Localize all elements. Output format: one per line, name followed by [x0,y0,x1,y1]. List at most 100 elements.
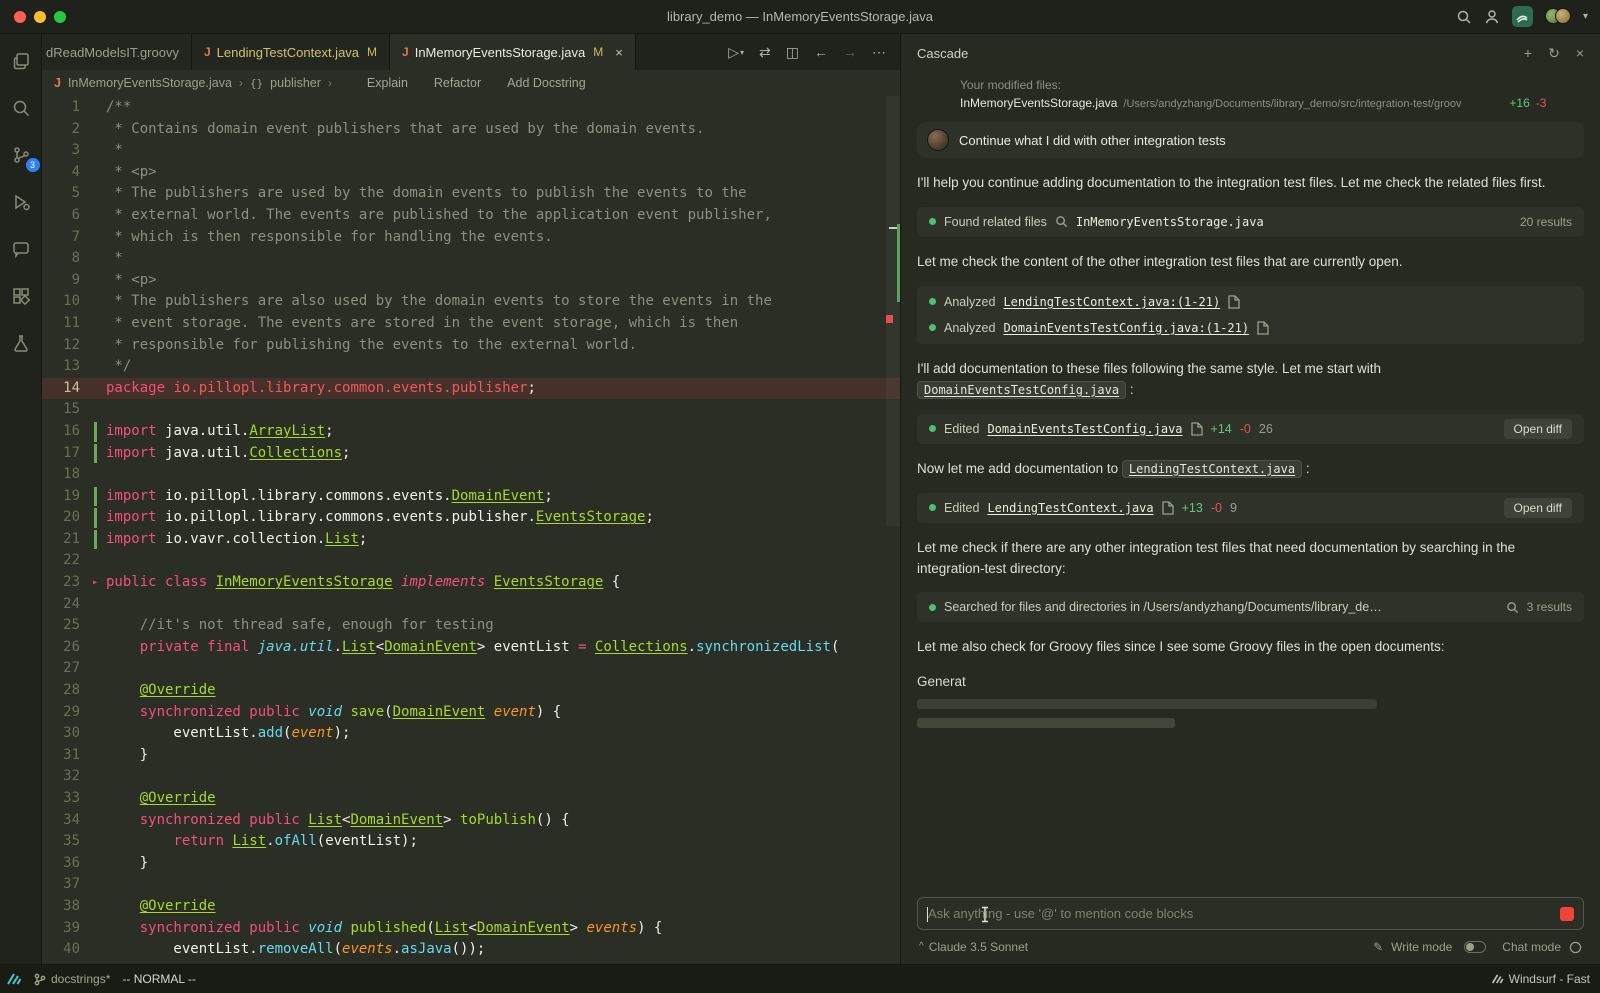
tool-call-edited[interactable]: Edited LendingTestContext.java +13 -0 9 … [917,492,1584,523]
more-actions-icon[interactable]: ⋯ [872,44,886,61]
gutter[interactable] [92,378,106,400]
code-line[interactable]: 22 [42,550,900,572]
gutter[interactable] [92,788,106,810]
chat-mode-icon[interactable] [1569,941,1582,954]
gutter[interactable] [92,205,106,227]
line-number[interactable]: 16 [42,421,92,443]
line-number[interactable]: 19 [42,486,92,508]
code-line[interactable]: 35 return List.ofAll(eventList); [42,831,900,853]
code-line[interactable]: 14 package io.pillopl.library.common.even… [42,377,900,400]
windsurf-status-item[interactable]: Windsurf - Fast [1491,972,1590,986]
line-number[interactable]: 7 [42,227,92,249]
chat-input-box[interactable] [917,897,1584,930]
code-line[interactable]: 1 /** [42,97,900,119]
testing-icon[interactable] [8,330,34,356]
code-line[interactable]: 25 //it's not thread safe, enough for te… [42,615,900,637]
line-number[interactable]: 22 [42,550,92,572]
gutter[interactable] [92,227,106,249]
code-line[interactable]: 36 } [42,853,900,875]
code-line[interactable]: 9 * <p> [42,270,900,292]
gutter[interactable] [92,140,106,162]
line-number[interactable]: 40 [42,939,92,961]
codelens-refactor[interactable]: Refactor [434,76,481,90]
git-added-gutter[interactable] [92,529,106,551]
line-number[interactable]: 21 [42,529,92,551]
code-line[interactable]: 6 * external world. The events are publi… [42,205,900,227]
gutter[interactable] [92,291,106,313]
write-mode-toggle[interactable] [1464,941,1487,953]
gutter[interactable] [92,313,106,335]
code-line[interactable]: 26 private final java.util.List<DomainEv… [42,637,900,659]
search-icon[interactable] [1456,9,1472,25]
gutter[interactable] [92,270,106,292]
gutter[interactable] [92,702,106,724]
line-number[interactable]: 35 [42,831,92,853]
tab-groovy-file[interactable]: dReadModelsIT.groovy [42,34,192,70]
line-number[interactable]: 18 [42,464,92,486]
code-line[interactable]: 38 @Override [42,896,900,918]
line-number[interactable]: 25 [42,615,92,637]
line-number[interactable]: 12 [42,335,92,357]
gutter[interactable] [92,939,106,961]
remote-indicator-icon[interactable] [6,972,22,986]
minimize-window-button[interactable] [34,11,46,23]
line-number[interactable]: 26 [42,637,92,659]
line-number[interactable]: 10 [42,291,92,313]
open-diff-button[interactable]: Open diff [1503,497,1572,518]
code-line[interactable]: 21 import io.vavr.collection.List; [42,529,900,551]
split-editor-icon[interactable]: ◫ [786,44,799,61]
gutter[interactable] [92,896,106,918]
run-file-button[interactable]: ▷ ▾ [728,44,744,61]
line-number[interactable]: 11 [42,313,92,335]
code-line[interactable]: 28 @Override [42,680,900,702]
line-number[interactable]: 8 [42,248,92,270]
user-avatars[interactable] [1544,8,1571,25]
line-number[interactable]: 1 [42,97,92,119]
gutter[interactable] [92,831,106,853]
gutter[interactable] [92,183,106,205]
code-line[interactable]: 3 * [42,140,900,162]
tool-call-analyzed[interactable]: Analyzed DomainEventsTestConfig.java:(1-… [917,315,1584,341]
line-number[interactable]: 13 [42,356,92,378]
compare-changes-icon[interactable]: ⇄ [759,44,771,61]
analyzed-file-link[interactable]: LendingTestContext.java:(1-21) [1003,295,1220,309]
close-tab-icon[interactable]: × [615,45,623,60]
gutter[interactable] [92,464,106,486]
line-number[interactable]: 38 [42,896,92,918]
line-number[interactable]: 23 [42,572,92,594]
line-number[interactable]: 33 [42,788,92,810]
code-line[interactable]: 34 synchronized public List<DomainEvent>… [42,810,900,832]
modified-file-name[interactable]: InMemoryEventsStorage.java [960,96,1117,110]
tool-call-edited[interactable]: Edited DomainEventsTestConfig.java +14 -… [917,413,1584,444]
editor-scrollbar[interactable] [886,96,900,964]
tool-call-analyzed[interactable]: Analyzed LendingTestContext.java:(1-21) [917,289,1584,315]
run-debug-icon[interactable] [8,189,34,215]
code-line[interactable]: 29 synchronized public void save(DomainE… [42,702,900,724]
gutter[interactable] [92,248,106,270]
code-line[interactable]: 2 * Contains domain event publishers tha… [42,119,900,141]
gutter[interactable] [92,810,106,832]
line-number[interactable]: 5 [42,183,92,205]
code-line[interactable]: 13 */ [42,356,900,378]
codelens-add-docstring[interactable]: Add Docstring [507,76,586,90]
chat-icon[interactable] [8,236,34,262]
account-icon[interactable] [1484,9,1500,25]
code-line[interactable]: 23 ▸ public class InMemoryEventsStorage im… [42,572,900,594]
code-line[interactable]: 40 eventList.removeAll(events.asJava()); [42,939,900,961]
analyzed-file-link[interactable]: DomainEventsTestConfig.java:(1-21) [1003,321,1249,335]
codelens-explain[interactable]: Explain [367,76,408,90]
chevron-down-icon[interactable]: ▾ [1583,11,1588,22]
line-number[interactable]: 17 [42,443,92,465]
code-line[interactable]: 27 [42,658,900,680]
chat-mode-label[interactable]: Chat mode [1502,940,1561,954]
git-branch-item[interactable]: docstrings* [34,972,110,986]
git-added-gutter[interactable] [92,507,106,529]
inline-code-chip[interactable]: LendingTestContext.java [1121,459,1303,478]
line-number[interactable]: 2 [42,119,92,141]
line-number[interactable]: 39 [42,918,92,940]
code-line[interactable]: 12 * responsible for publishing the even… [42,335,900,357]
code-line[interactable]: 15 [42,399,900,421]
code-line[interactable]: 33 @Override [42,788,900,810]
line-number[interactable]: 36 [42,853,92,875]
code-line[interactable]: 17 import java.util.Collections; [42,443,900,465]
